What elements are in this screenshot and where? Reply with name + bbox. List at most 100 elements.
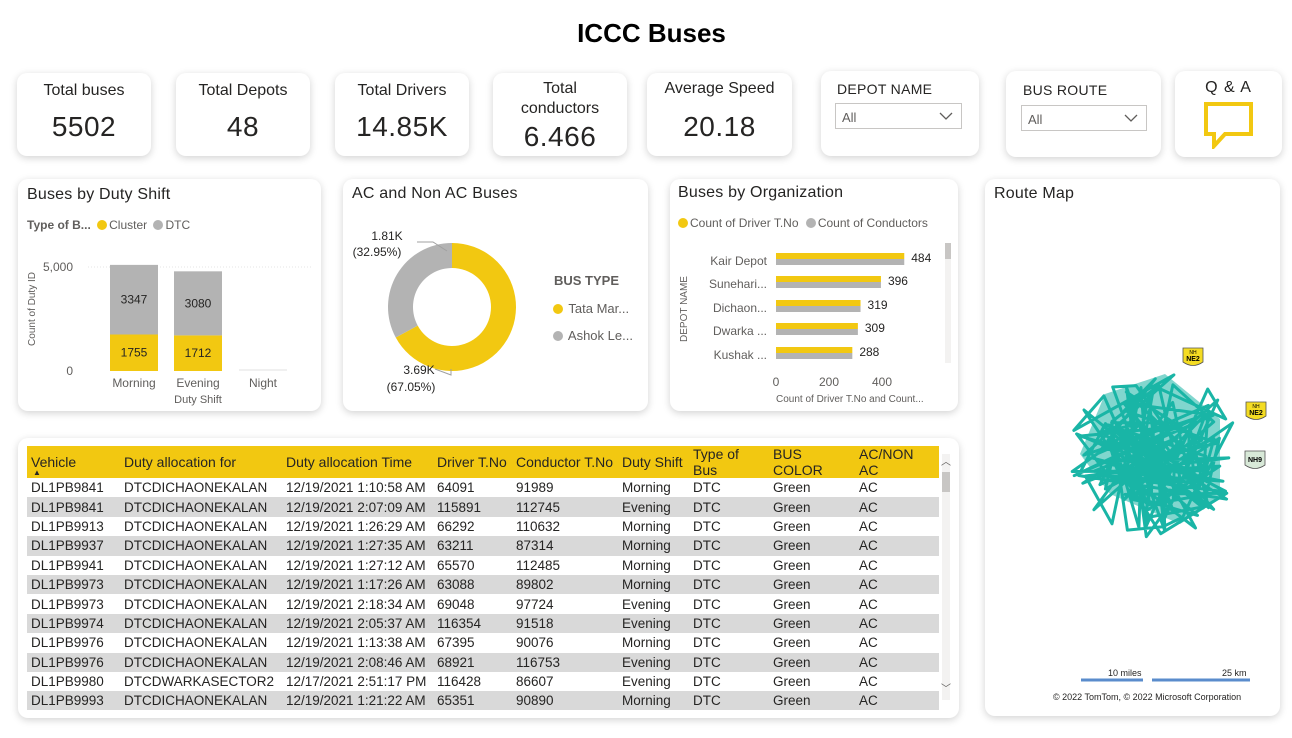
- table-cell: 12/19/2021 2:05:37 AM: [282, 613, 433, 634]
- y-tick-label: 5,000: [43, 260, 73, 274]
- table-cell: Green: [773, 674, 811, 690]
- data-label: 1755: [121, 346, 148, 360]
- column-header[interactable]: Duty allocation Time: [282, 446, 433, 478]
- depot-name-slicer: DEPOT NAME All: [821, 71, 979, 156]
- table-cell: 12/19/2021 2:18:34 AM: [286, 596, 426, 612]
- table-cell: 91518: [512, 613, 618, 634]
- data-label: 3.69K: [403, 363, 434, 377]
- table-cell: DTC: [689, 574, 769, 595]
- table-row[interactable]: DL1PB9976 DTCDICHAONEKALAN 12/19/2021 2:08…: [27, 652, 939, 672]
- table-cell: DTC: [693, 518, 721, 534]
- table-row[interactable]: DL1PB9941 DTCDICHAONEKALAN 12/19/2021 1:27…: [27, 556, 939, 575]
- qa-label: Q & A: [1205, 79, 1252, 96]
- table-cell: DL1PB9980: [31, 674, 104, 690]
- table-row[interactable]: DL1PB9841 DTCDICHAONEKALAN 12/19/2021 2:07…: [27, 497, 939, 517]
- table-cell: 12/19/2021 1:26:29 AM: [286, 518, 426, 534]
- table-cell: DTC: [693, 557, 721, 573]
- table-cell: DTC: [689, 497, 769, 517]
- table-row[interactable]: DL1PB9937 DTCDICHAONEKALAN 12/19/2021 1:27…: [27, 536, 939, 556]
- column-header[interactable]: AC/NON AC: [855, 446, 939, 478]
- table-cell: AC: [855, 536, 939, 556]
- table-cell: 112745: [512, 497, 618, 517]
- legend-title: BUS TYPE: [554, 273, 620, 288]
- table-row[interactable]: DL1PB9993 DTCDICHAONEKALAN 12/19/2021 1:21…: [27, 691, 939, 710]
- table-cell: DTC: [689, 652, 769, 672]
- kpi-card-total-conductors[interactable]: Total conductors 6.466: [493, 73, 627, 156]
- y-tick-label: Kair Depot: [710, 254, 767, 268]
- kpi-card-total-buses[interactable]: Total buses 5502: [17, 73, 151, 156]
- duty-shift-chart-plot[interactable]: 5,000 0 Count of Duty ID 1755 3347 Morning 171…: [18, 179, 321, 411]
- org-bar-chart-plot[interactable]: DEPOT NAME Kair Depot 484 Sunehari... 396 Dic…: [670, 179, 958, 411]
- bar-conductors: [776, 353, 853, 359]
- table-cell: 112485: [516, 557, 561, 573]
- column-header[interactable]: Vehicle ▲: [27, 446, 120, 478]
- chat-bubble-icon: [1204, 102, 1253, 149]
- scroll-up-icon[interactable]: ︿: [941, 453, 951, 468]
- bar-conductors: [776, 329, 858, 335]
- legend-dot-ashok: [553, 331, 563, 341]
- kpi-value: 14.85K: [356, 111, 448, 142]
- x-axis-title: Duty Shift: [174, 394, 222, 406]
- table-cell: DTCDICHAONEKALAN: [120, 574, 282, 595]
- kpi-label: Total Drivers: [357, 82, 447, 99]
- table-cell: DTCDICHAONEKALAN: [124, 557, 268, 573]
- table-cell: 63211: [433, 536, 512, 556]
- table-cell: Evening: [622, 596, 671, 612]
- table-cell: DL1PB9976: [27, 652, 120, 672]
- column-header[interactable]: Conductor T.No: [512, 446, 618, 478]
- data-label: 319: [868, 298, 888, 312]
- table-row[interactable]: DL1PB9973 DTCDICHAONEKALAN 12/19/2021 1:17…: [27, 574, 939, 595]
- qa-button[interactable]: Q & A: [1175, 71, 1282, 157]
- table-row[interactable]: DL1PB9974 DTCDICHAONEKALAN 12/19/2021 2:05…: [27, 613, 939, 634]
- table-cell: Morning: [622, 480, 671, 496]
- table-cell: Evening: [618, 497, 689, 517]
- table-cell: 89802: [512, 574, 618, 595]
- depot-name-dropdown[interactable]: All: [835, 103, 962, 129]
- column-header[interactable]: Type of Bus: [689, 446, 769, 478]
- bus-route-dropdown[interactable]: All: [1021, 105, 1147, 131]
- table-cell: 65570: [437, 557, 475, 573]
- kpi-card-average-speed[interactable]: Average Speed 20.18: [647, 73, 792, 156]
- bar-driver: [776, 323, 858, 329]
- table-row[interactable]: DL1PB9980 DTCDWARKASECTOR2 12/17/2021 2:51…: [27, 672, 939, 691]
- table-cell: 87314: [512, 536, 618, 556]
- table-row[interactable]: DL1PB9841 DTCDICHAONEKALAN 12/19/2021 1:10…: [27, 478, 939, 497]
- x-tick-label: 200: [819, 375, 839, 389]
- table-cell: 12/19/2021 1:17:26 AM: [282, 574, 433, 595]
- table-cell: 12/19/2021 1:13:38 AM: [286, 635, 426, 651]
- y-tick-label: Kushak ...: [714, 348, 767, 362]
- column-header[interactable]: BUS COLOR: [769, 446, 855, 478]
- scroll-down-icon[interactable]: ﹀: [941, 680, 951, 695]
- table-cell: DL1PB9937: [27, 536, 120, 556]
- column-header[interactable]: Duty Shift: [618, 446, 689, 478]
- table-row[interactable]: DL1PB9973 DTCDICHAONEKALAN 12/19/2021 2:18…: [27, 594, 939, 613]
- table-row[interactable]: DL1PB9976 DTCDICHAONEKALAN 12/19/2021 1:13…: [27, 633, 939, 652]
- dropdown-value: All: [1028, 112, 1043, 127]
- column-header[interactable]: Duty allocation for: [120, 446, 282, 478]
- table-cell: 63088: [433, 574, 512, 595]
- table-cell: Morning: [622, 518, 671, 534]
- route-map-canvas[interactable]: NHNE2 NHNE2 NH9: [985, 179, 1280, 716]
- table-cell: DL1PB9841: [27, 497, 120, 517]
- data-label: 1.81K: [371, 229, 402, 243]
- bar-driver: [776, 253, 905, 259]
- table-cell: DTC: [689, 613, 769, 634]
- table-cell: Green: [773, 596, 811, 612]
- kpi-label: Total conductors: [520, 80, 600, 117]
- table-cell: AC: [855, 613, 939, 634]
- kpi-card-total-depots[interactable]: Total Depots 48: [176, 73, 310, 156]
- table-cell: Morning: [618, 574, 689, 595]
- table-row[interactable]: DL1PB9913 DTCDICHAONEKALAN 12/19/2021 1:26…: [27, 517, 939, 536]
- sort-ascending-icon[interactable]: ▲: [33, 468, 41, 477]
- table-cell: Green: [769, 574, 855, 595]
- kpi-card-total-drivers[interactable]: Total Drivers 14.85K: [335, 73, 469, 156]
- y-axis-title: Count of Duty ID: [27, 272, 38, 346]
- bar-conductors: [776, 259, 905, 265]
- x-axis-title: Count of Driver T.No and Count...: [776, 394, 924, 405]
- data-label: 396: [888, 274, 908, 288]
- table-cell: AC: [859, 518, 878, 534]
- bar-conductors: [776, 306, 861, 312]
- table-scrollbar-thumb[interactable]: [942, 472, 950, 492]
- slicer-label: DEPOT NAME: [837, 81, 933, 97]
- column-header[interactable]: Driver T.No: [433, 446, 512, 478]
